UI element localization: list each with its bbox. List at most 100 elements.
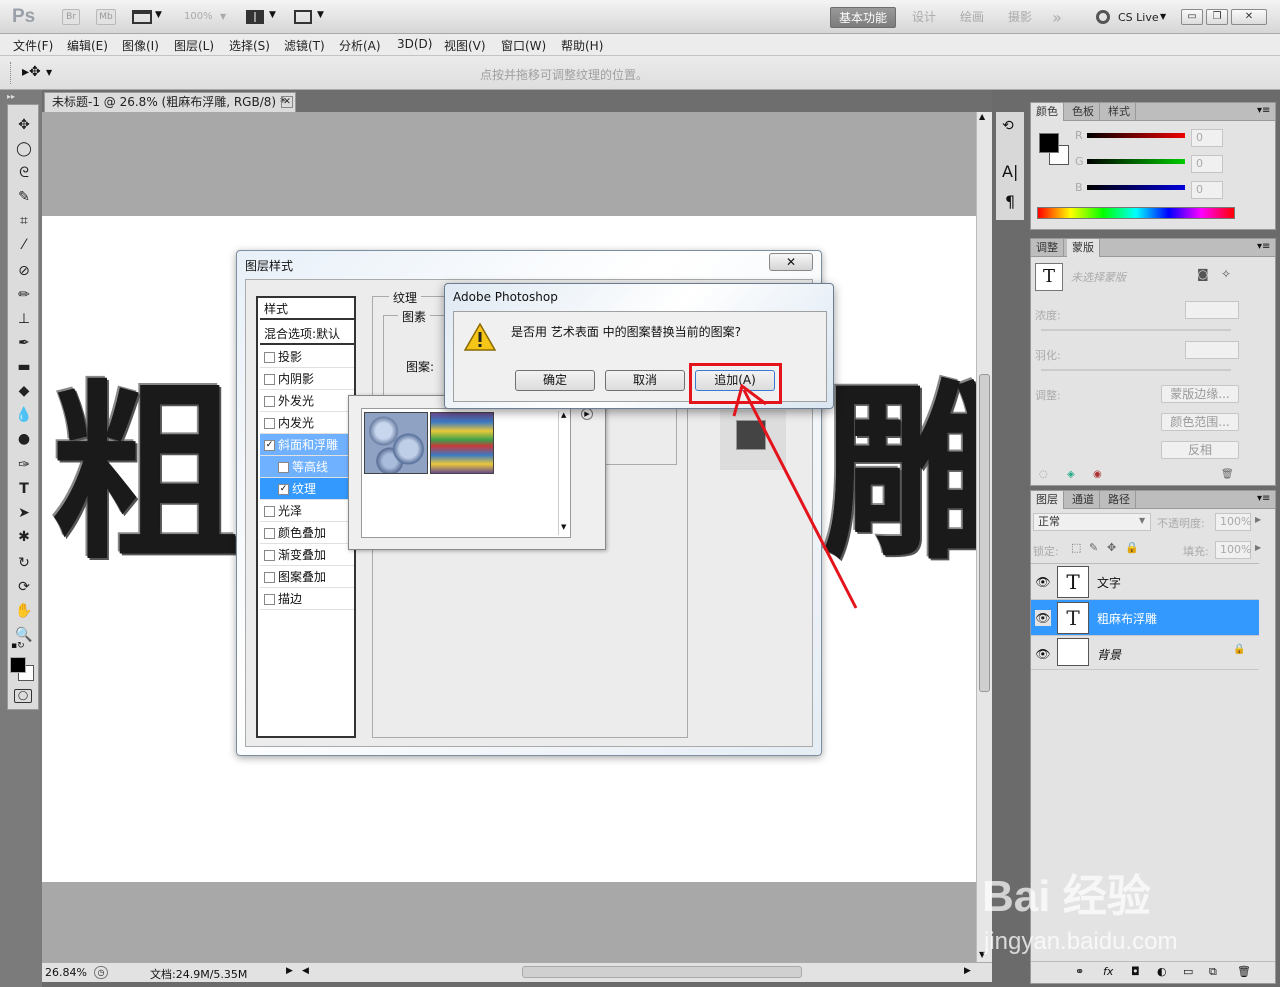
shape-tool-icon[interactable]: ✱ — [14, 527, 34, 547]
cancel-button[interactable]: 取消 — [605, 370, 685, 391]
scroll-up-icon[interactable]: ▲ — [561, 411, 566, 419]
more-workspaces-icon[interactable]: » — [1046, 7, 1068, 28]
tab-channels[interactable]: 通道 — [1067, 491, 1100, 509]
3d-orbit-tool-icon[interactable]: ⟳ — [14, 577, 34, 597]
history-brush-tool-icon[interactable]: ✒ — [14, 333, 34, 353]
scroll-right-icon[interactable]: ▶ — [964, 966, 971, 976]
panel-menu-icon[interactable]: ▾≡ — [1257, 105, 1270, 116]
lock-all-icon[interactable]: 🔒 — [1125, 541, 1139, 554]
style-item-outer-glow[interactable]: 外发光 — [260, 390, 354, 412]
tab-styles[interactable]: 样式 — [1103, 103, 1136, 121]
layer-row-selected[interactable]: 👁 T 粗麻布浮雕 — [1031, 600, 1259, 636]
menu-file[interactable]: 文件(F) — [13, 37, 53, 54]
blue-value[interactable]: 0 — [1191, 181, 1223, 199]
menu-view[interactable]: 视图(V) — [444, 37, 486, 54]
tab-paths[interactable]: 路径 — [1103, 491, 1136, 509]
document-tab[interactable]: 未标题-1 @ 26.8% (粗麻布浮雕, RGB/8) * ✕ — [44, 92, 296, 112]
minibridge-button[interactable]: Mb — [96, 9, 116, 25]
crop-tool-icon[interactable]: ⌗ — [14, 211, 34, 231]
fill-field[interactable]: 100% — [1215, 541, 1251, 559]
red-slider[interactable] — [1087, 133, 1185, 138]
green-value[interactable]: 0 — [1191, 155, 1223, 173]
scroll-thumb[interactable] — [979, 374, 990, 692]
blend-mode-select[interactable]: 正常 — [1033, 513, 1151, 531]
checkbox[interactable] — [278, 462, 289, 473]
menu-image[interactable]: 图像(I) — [122, 37, 159, 54]
tab-adjustments[interactable]: 调整 — [1031, 239, 1064, 257]
eye-icon[interactable]: 👁 — [1035, 574, 1051, 590]
checkbox-checked[interactable]: ✓ — [264, 440, 275, 451]
3d-rotate-tool-icon[interactable]: ↻ — [14, 553, 34, 573]
color-spectrum[interactable] — [1037, 207, 1235, 219]
delete-layer-icon[interactable]: 🗑 — [1237, 965, 1251, 978]
eye-icon[interactable]: 👁 — [1035, 646, 1051, 662]
grip-handle[interactable] — [10, 62, 13, 84]
opacity-arrow-icon[interactable]: ▶ — [1255, 515, 1261, 524]
panel-menu-icon[interactable]: ▾≡ — [1257, 241, 1270, 252]
marquee-tool-icon[interactable]: ◯ — [14, 139, 34, 159]
close-dialog-button[interactable]: ✕ — [769, 253, 813, 271]
pattern-bubbles[interactable] — [364, 412, 428, 474]
link-layers-icon[interactable]: ⚭ — [1075, 965, 1084, 978]
vector-mask-icon[interactable]: ✧ — [1221, 267, 1231, 281]
checkbox[interactable] — [264, 396, 275, 407]
view-extras-icon[interactable] — [132, 10, 152, 24]
paint-bucket-tool-icon[interactable]: ◆ — [14, 381, 34, 401]
opacity-field[interactable]: 100% — [1215, 513, 1251, 531]
style-item-inner-glow[interactable]: 内发光 — [260, 412, 354, 434]
style-item-stroke[interactable]: 描边 — [260, 588, 354, 610]
invert-button[interactable]: 反相 — [1161, 441, 1239, 459]
close-document-icon[interactable]: ✕ — [281, 96, 293, 108]
styles-header[interactable]: 样式 — [260, 298, 354, 320]
eraser-tool-icon[interactable]: ▬ — [14, 357, 34, 377]
panel-menu-icon[interactable]: ▾≡ — [1257, 493, 1270, 504]
tab-swatches[interactable]: 色板 — [1067, 103, 1100, 121]
apply-mask-icon[interactable]: ◈ — [1067, 469, 1075, 480]
healing-brush-tool-icon[interactable]: ⊘ — [14, 261, 34, 281]
layer-name[interactable]: 文字 — [1097, 574, 1121, 591]
checkbox[interactable] — [264, 528, 275, 539]
checkbox[interactable] — [264, 572, 275, 583]
tab-layers[interactable]: 图层 — [1031, 491, 1064, 509]
adjustment-layer-icon[interactable]: ◐ — [1157, 965, 1167, 978]
pattern-rainbow[interactable] — [430, 412, 494, 474]
bridge-button[interactable]: Br — [62, 9, 80, 25]
scroll-down-icon[interactable]: ▼ — [561, 523, 566, 531]
swap-colors-icon[interactable]: ▪↻ — [11, 641, 25, 651]
checkbox[interactable] — [264, 550, 275, 561]
status-arrow-icon[interactable]: ▶ — [286, 966, 293, 976]
status-menu-icon[interactable]: ◷ — [94, 966, 108, 979]
quick-mask-icon[interactable]: ◯ — [14, 689, 32, 703]
workspace-design[interactable]: 设计 — [904, 7, 944, 28]
fx-icon[interactable]: fx — [1103, 965, 1113, 978]
trash-icon[interactable]: 🗑 — [1221, 469, 1234, 480]
checkbox[interactable] — [264, 594, 275, 605]
move-tool-preset-icon[interactable]: ▸✥ — [22, 64, 41, 80]
mask-edge-button[interactable]: 蒙版边缘... — [1161, 385, 1239, 403]
menu-window[interactable]: 窗口(W) — [501, 37, 546, 54]
menu-analysis[interactable]: 分析(A) — [339, 37, 381, 54]
checkbox[interactable] — [264, 506, 275, 517]
zoom-readout[interactable]: 26.84% — [45, 966, 87, 979]
vertical-scrollbar[interactable]: ▲ ▼ — [976, 112, 992, 968]
layer-row[interactable]: 👁 T 文字 — [1031, 564, 1259, 600]
feather-slider[interactable] — [1041, 369, 1231, 371]
ok-button[interactable]: 确定 — [515, 370, 595, 391]
pen-tool-icon[interactable]: ✑ — [14, 455, 34, 475]
eye-icon[interactable]: 👁 — [1035, 610, 1051, 626]
add-mask-icon[interactable]: ◘ — [1131, 965, 1140, 978]
foreground-color-swatch[interactable] — [10, 657, 26, 673]
pattern-scrollbar[interactable]: ▲ ▼ — [558, 411, 570, 535]
menu-edit[interactable]: 编辑(E) — [67, 37, 108, 54]
move-tool-icon[interactable]: ✥ — [14, 115, 34, 135]
pattern-menu-icon[interactable]: ▶ — [581, 408, 593, 420]
type-tool-icon[interactable]: T — [14, 479, 34, 499]
lock-transparent-icon[interactable]: ⬚ — [1071, 541, 1081, 554]
checkbox[interactable] — [264, 418, 275, 429]
style-item-inner-shadow[interactable]: 内阴影 — [260, 368, 354, 390]
menu-help[interactable]: 帮助(H) — [561, 37, 603, 54]
minimize-button[interactable]: ▭ — [1181, 9, 1203, 25]
layer-row[interactable]: 👁 背景 🔒 — [1031, 636, 1259, 670]
menu-3d[interactable]: 3D(D) — [397, 37, 432, 51]
color-range-button[interactable]: 颜色范围... — [1161, 413, 1239, 431]
